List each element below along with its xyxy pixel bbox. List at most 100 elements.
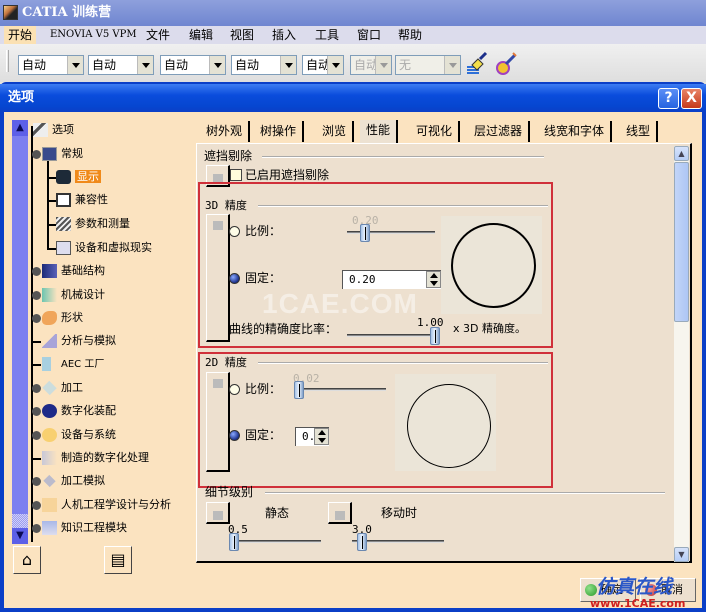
export-settings-button[interactable]: ▤ (104, 546, 132, 574)
lock-icon[interactable] (206, 372, 230, 472)
fixed-3d-label: 固定： (245, 271, 282, 285)
tab-performance[interactable]: 性能 (360, 120, 399, 143)
tree-item-shape[interactable]: 形状 (32, 309, 83, 327)
fixed-2d-radio[interactable] (229, 430, 240, 441)
fixed-3d-spinbox[interactable]: 0.20 (342, 270, 441, 289)
tab-navigation[interactable]: 浏览 (316, 121, 355, 142)
expand-icon[interactable] (32, 524, 41, 533)
painter-brush-icon[interactable] (464, 51, 490, 77)
tab-linetype[interactable]: 线型 (620, 121, 659, 142)
tab-layer-filter[interactable]: 层过滤器 (468, 121, 531, 142)
chevron-down-icon[interactable] (67, 56, 83, 74)
tree-item-equipment-systems[interactable]: 设备与系统 (32, 426, 116, 444)
lock-icon[interactable] (328, 502, 352, 524)
combo-line-weight[interactable]: 自动 (160, 55, 226, 75)
chevron-down-icon[interactable] (327, 56, 343, 74)
curve-ratio-slider-track[interactable] (347, 334, 439, 337)
curve-ratio-slider-thumb[interactable] (430, 327, 440, 345)
chevron-down-icon[interactable] (280, 56, 296, 74)
combo-color[interactable]: 自动 (18, 55, 84, 75)
scroll-up-icon[interactable]: ▲ (674, 146, 689, 161)
expand-icon[interactable] (32, 314, 41, 323)
tree-item-machining[interactable]: 加工 (32, 379, 83, 397)
menu-tools[interactable]: 工具 (311, 26, 343, 44)
tab-visualization[interactable]: 可视化 (410, 121, 461, 142)
tree-item-display[interactable]: 显示 (56, 168, 101, 186)
tree-item-parameters[interactable]: 参数和测量 (56, 215, 130, 233)
tree-scrollbar[interactable]: ▲ ▼ (12, 120, 28, 544)
scroll-thumb[interactable] (674, 162, 689, 322)
spinner-arrows-icon[interactable] (313, 428, 329, 445)
occlusion-checkbox[interactable] (230, 169, 242, 181)
chevron-down-icon[interactable] (209, 56, 225, 74)
combo-line-type[interactable]: 自动 (231, 55, 297, 75)
expand-icon[interactable] (32, 431, 41, 440)
tree-root-options[interactable]: 选项 (33, 121, 74, 139)
menu-file[interactable]: 文件 (142, 26, 174, 44)
tab-tree-manipulation[interactable]: 树操作 (254, 121, 305, 142)
tree-item-digital-process[interactable]: 制造的数字化处理 (42, 449, 149, 467)
tree-item-infrastructure[interactable]: 基础结构 (32, 262, 105, 280)
expand-icon[interactable] (32, 501, 41, 510)
reset-to-default-button[interactable]: ⌂ (13, 546, 41, 574)
tab-linetype-font[interactable]: 线宽和字体 (538, 121, 613, 142)
tree-item-mechanical-design[interactable]: 机械设计 (32, 286, 105, 304)
lock-icon[interactable] (206, 214, 230, 342)
tree-item-compatibility[interactable]: 兼容性 (56, 191, 108, 209)
expand-icon[interactable] (32, 267, 41, 276)
scroll-track[interactable] (12, 514, 28, 528)
expand-icon[interactable] (32, 384, 41, 393)
fixed-3d-radio[interactable] (229, 273, 240, 284)
menu-window[interactable]: 窗口 (353, 26, 385, 44)
proportional-2d-slider-track[interactable] (294, 388, 386, 391)
tree-item-analysis-simulation[interactable]: 分析与模拟 (42, 332, 116, 350)
help-button[interactable]: ? (658, 88, 679, 109)
expand-icon[interactable] (32, 407, 41, 416)
tree-item-ergonomics[interactable]: 人机工程学设计与分析 (32, 496, 171, 514)
lod-moving-label: 移动时 (381, 506, 418, 520)
spinner-arrows-icon[interactable] (426, 271, 441, 288)
proportional-3d-radio[interactable] (229, 226, 240, 237)
menu-help[interactable]: 帮助 (394, 26, 426, 44)
panel-scrollbar[interactable]: ▲ ▼ (674, 146, 689, 562)
brand-watermark: 仿真在线 (596, 576, 673, 598)
analysis-simulation-icon (42, 334, 57, 348)
menu-insert[interactable]: 插入 (268, 26, 300, 44)
menu-edit[interactable]: 编辑 (185, 26, 217, 44)
tree-label: 制造的数字化处理 (61, 451, 149, 464)
tree-item-aec-plant[interactable]: AEC 工厂 (42, 355, 104, 373)
proportional-2d-radio[interactable] (229, 384, 240, 395)
tree-item-devices-vr[interactable]: 设备和虚拟现实 (56, 239, 152, 257)
menu-enovia[interactable]: ENOVIA V5 VPM (46, 26, 141, 44)
proportional-3d-slider-thumb[interactable] (360, 224, 370, 242)
collapse-icon[interactable] (32, 150, 41, 159)
lod-static-slider-track[interactable] (229, 540, 321, 543)
toolbar-grip[interactable] (6, 50, 9, 72)
chevron-down-icon[interactable] (137, 56, 153, 74)
proportional-2d-slider-thumb[interactable] (294, 381, 304, 399)
app-title: CATIA 训练营 (22, 5, 112, 20)
lock-icon[interactable] (206, 502, 230, 524)
tree-item-knowledgeware[interactable]: 知识工程模块 (32, 519, 127, 537)
lod-static-slider-thumb[interactable] (229, 533, 239, 551)
lod-moving-slider-thumb[interactable] (357, 533, 367, 551)
close-button[interactable]: X (681, 88, 702, 109)
scroll-down-icon[interactable]: ▼ (12, 528, 28, 544)
general-icon (42, 147, 57, 161)
tab-tree-appearance[interactable]: 树外观 (200, 121, 251, 142)
combo-transparency[interactable]: 自动 (88, 55, 154, 75)
expand-icon[interactable] (32, 291, 41, 300)
tree-item-general[interactable]: 常规 (32, 145, 83, 163)
menu-start[interactable]: 开始 (4, 26, 37, 44)
combo-point-symbol[interactable]: 自动 (302, 55, 344, 75)
scroll-down-icon[interactable]: ▼ (674, 547, 689, 562)
menu-view[interactable]: 视图 (226, 26, 258, 44)
tree-item-machining-simulation[interactable]: 加工模拟 (32, 472, 105, 490)
scroll-up-icon[interactable]: ▲ (12, 120, 28, 136)
combo-layer: 无 (395, 55, 461, 75)
magic-wand-icon[interactable] (494, 51, 520, 77)
expand-icon[interactable] (32, 477, 41, 486)
fixed-2d-spinbox[interactable]: 0.02 (295, 427, 329, 446)
tree-item-digital-mockup[interactable]: 数字化装配 (32, 402, 116, 420)
precision-3d-preview (441, 216, 542, 314)
